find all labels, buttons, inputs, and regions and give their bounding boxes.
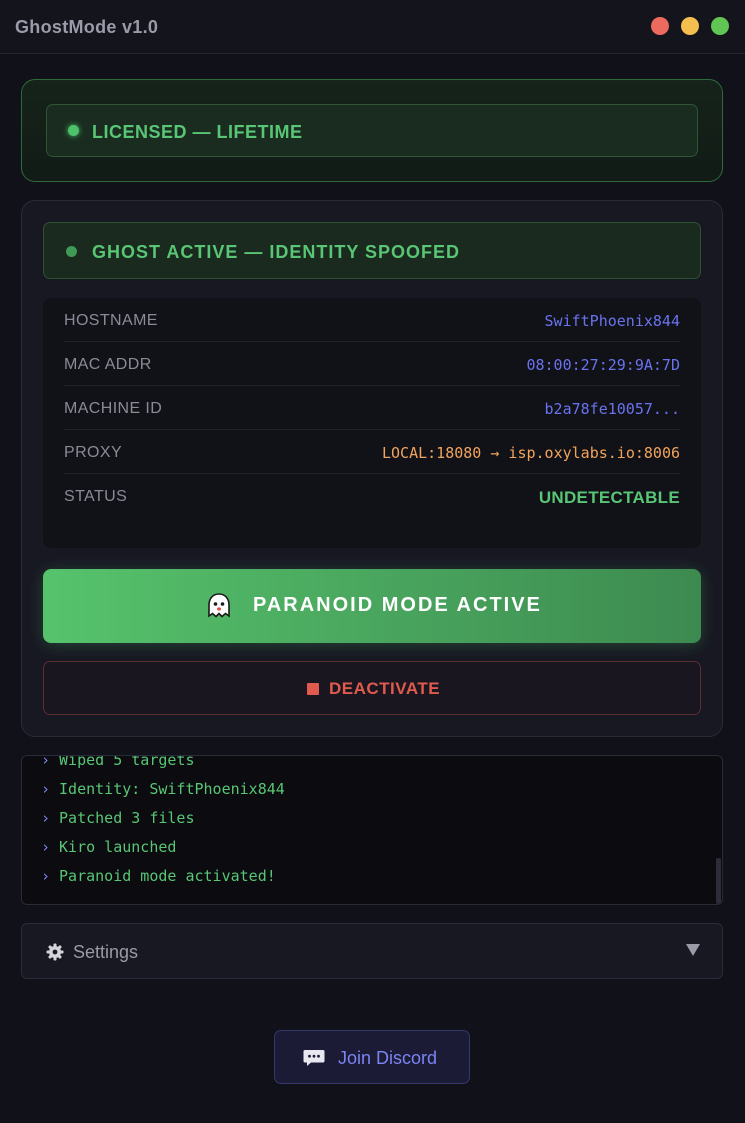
info-row-proxy: PROXY LOCAL:18080 → isp.oxylabs.io:8006 [64,430,680,474]
log-line: › Patched 3 files [41,804,285,833]
log-line: › Paranoid mode activated! [41,862,285,891]
log-prompt: › [41,809,51,827]
deactivate-button[interactable]: DEACTIVATE [43,661,701,715]
paranoid-mode-button[interactable]: PARANOID MODE ACTIVE [43,569,701,643]
ghost-status-dot [66,246,77,257]
close-window-button[interactable] [651,17,669,35]
info-label: PROXY [64,444,123,461]
proxy-value: LOCAL:18080 → isp.oxylabs.io:8006 [381,444,680,462]
stop-icon [307,683,319,695]
paranoid-mode-label: PARANOID MODE ACTIVE [253,594,542,616]
log-line: › Wiped 5 targets [41,755,285,775]
hostname-value: SwiftPhoenix844 [544,312,680,330]
identity-info-table: HOSTNAME SwiftPhoenix844 MAC ADDR 08:00:… [43,298,701,548]
title-bar: GhostMode v1.0 [0,0,745,54]
info-row-mac-addr: MAC ADDR 08:00:27:29:9A:7D [64,342,680,386]
log-prompt: › [41,838,51,856]
join-discord-label: Join Discord [338,1048,438,1068]
info-row-hostname: HOSTNAME SwiftPhoenix844 [64,298,680,342]
log-scrollbar[interactable] [716,858,721,904]
minimize-window-button[interactable] [681,17,699,35]
chevron-down-icon [686,944,700,956]
info-label: MAC ADDR [64,356,152,373]
gear-icon [46,943,64,961]
log-prompt: › [41,755,51,769]
log-line: › Identity: SwiftPhoenix844 [41,775,285,804]
status-value: UNDETECTABLE [538,488,680,507]
info-label: STATUS [64,488,128,505]
log-line-text: Kiro launched [59,838,177,856]
chat-icon [303,1050,325,1066]
license-card: LICENSED — LIFETIME [21,79,723,182]
app-title: GhostMode v1.0 [15,17,159,37]
license-status-dot [68,125,79,136]
info-row-status: STATUS UNDETECTABLE [64,474,680,519]
ghost-status-text: GHOST ACTIVE — IDENTITY SPOOFED [92,242,461,262]
log-line: › Kiro launched [41,833,285,862]
join-discord-button[interactable]: Join Discord [274,1030,470,1084]
settings-label: Settings [73,942,139,962]
info-label: HOSTNAME [64,312,158,329]
license-badge: LICENSED — LIFETIME [46,104,698,157]
ghost-panel: GHOST ACTIVE — IDENTITY SPOOFED HOSTNAME… [21,200,723,737]
machine-id-value: b2a78fe10057... [544,400,680,418]
info-row-machine-id: MACHINE ID b2a78fe10057... [64,386,680,430]
log-line-text: Wiped 5 targets [59,755,195,769]
deactivate-label: DEACTIVATE [329,679,441,698]
log-prompt: › [41,780,51,798]
mac-addr-value: 08:00:27:29:9A:7D [526,356,680,374]
license-text: LICENSED — LIFETIME [92,122,303,142]
ghost-status-bar: GHOST ACTIVE — IDENTITY SPOOFED [43,222,701,279]
log-lines: › Wiped 5 targets › Identity: SwiftPhoenix… [41,755,285,891]
log-prompt: › [41,867,51,885]
settings-toggle[interactable]: Settings [21,923,723,979]
ghost-icon [208,593,230,618]
maximize-window-button[interactable] [711,17,729,35]
activity-log[interactable]: › Wiped 5 targets › Identity: SwiftPhoenix… [21,755,723,905]
log-line-text: Patched 3 files [59,809,195,827]
info-label: MACHINE ID [64,400,163,417]
log-line-text: Identity: SwiftPhoenix844 [59,780,285,798]
log-line-text: Paranoid mode activated! [59,867,276,885]
